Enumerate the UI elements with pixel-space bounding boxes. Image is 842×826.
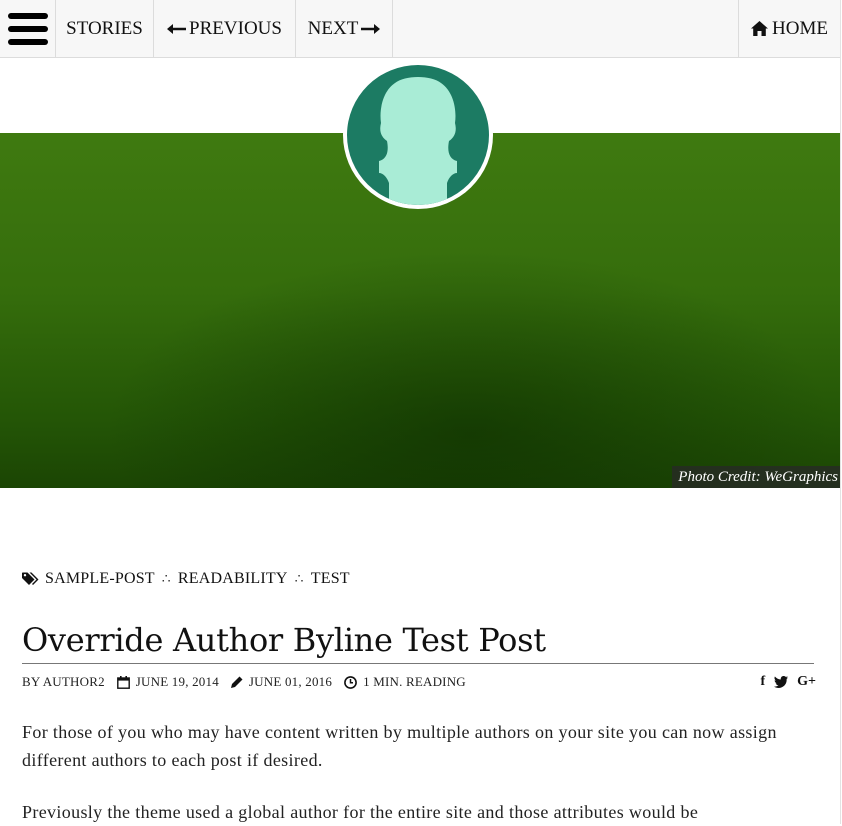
facebook-icon[interactable]: f: [760, 674, 765, 690]
updated-date: JUNE 01, 2016: [230, 674, 333, 690]
post-title: Override Author Byline Test Post: [22, 621, 546, 659]
clock-icon: [344, 675, 357, 689]
title-divider: [22, 663, 814, 664]
tags-icon: [22, 572, 39, 585]
post-meta: BY AUTHOR2 JUNE 19, 2014 JUNE 01, 2016 1…: [22, 672, 478, 692]
previous-link[interactable]: PREVIOUS: [154, 0, 296, 57]
author-byline[interactable]: BY AUTHOR2: [22, 674, 105, 690]
photo-credit-text: Photo Credit: WeGraphics: [678, 468, 838, 485]
previous-label: PREVIOUS: [189, 17, 282, 39]
post-paragraph: Previously the theme used a global autho…: [22, 802, 699, 822]
next-link[interactable]: NEXT: [296, 0, 393, 57]
share-buttons: f G+: [760, 672, 816, 692]
tag-separator: ∴: [294, 571, 304, 587]
home-label: HOME: [772, 17, 828, 39]
tag-test[interactable]: TEST: [311, 570, 350, 588]
pencil-icon: [230, 676, 243, 688]
arrow-left-icon: [167, 23, 187, 34]
updated-date-text: JUNE 01, 2016: [248, 674, 333, 689]
tag-separator: ∴: [161, 571, 171, 587]
arrow-right-icon: [361, 23, 381, 34]
stories-label: STORIES: [66, 17, 143, 39]
home-icon: [751, 21, 769, 36]
tag-readability[interactable]: READABILITY: [178, 570, 288, 588]
published-date-text: JUNE 19, 2014: [135, 674, 219, 689]
top-nav: STORIES PREVIOUS NEXT HOME: [0, 0, 840, 58]
next-label: NEXT: [307, 17, 359, 39]
photo-credit: Photo Credit: WeGraphics: [672, 466, 840, 488]
menu-button[interactable]: [0, 0, 56, 57]
post-tags: SAMPLE-POST ∴ READABILITY ∴ TEST: [22, 568, 350, 590]
post-paragraph: For those of you who may have content wr…: [22, 722, 777, 770]
calendar-icon: [116, 675, 130, 689]
author-avatar[interactable]: [343, 61, 493, 209]
byline: BY AUTHOR2: [22, 674, 105, 690]
hamburger-menu-icon: [7, 12, 48, 45]
google-plus-icon[interactable]: G+: [797, 674, 816, 690]
twitter-icon[interactable]: [774, 676, 789, 688]
home-link[interactable]: HOME: [738, 0, 840, 57]
person-silhouette-icon: [379, 77, 457, 205]
tag-sample-post[interactable]: SAMPLE-POST: [45, 570, 155, 588]
page-edge: [840, 0, 841, 824]
published-date: JUNE 19, 2014: [116, 674, 219, 690]
reading-time: 1 MIN. READING: [344, 674, 466, 690]
reading-time-text: 1 MIN. READING: [363, 674, 466, 689]
stories-link[interactable]: STORIES: [56, 0, 154, 57]
